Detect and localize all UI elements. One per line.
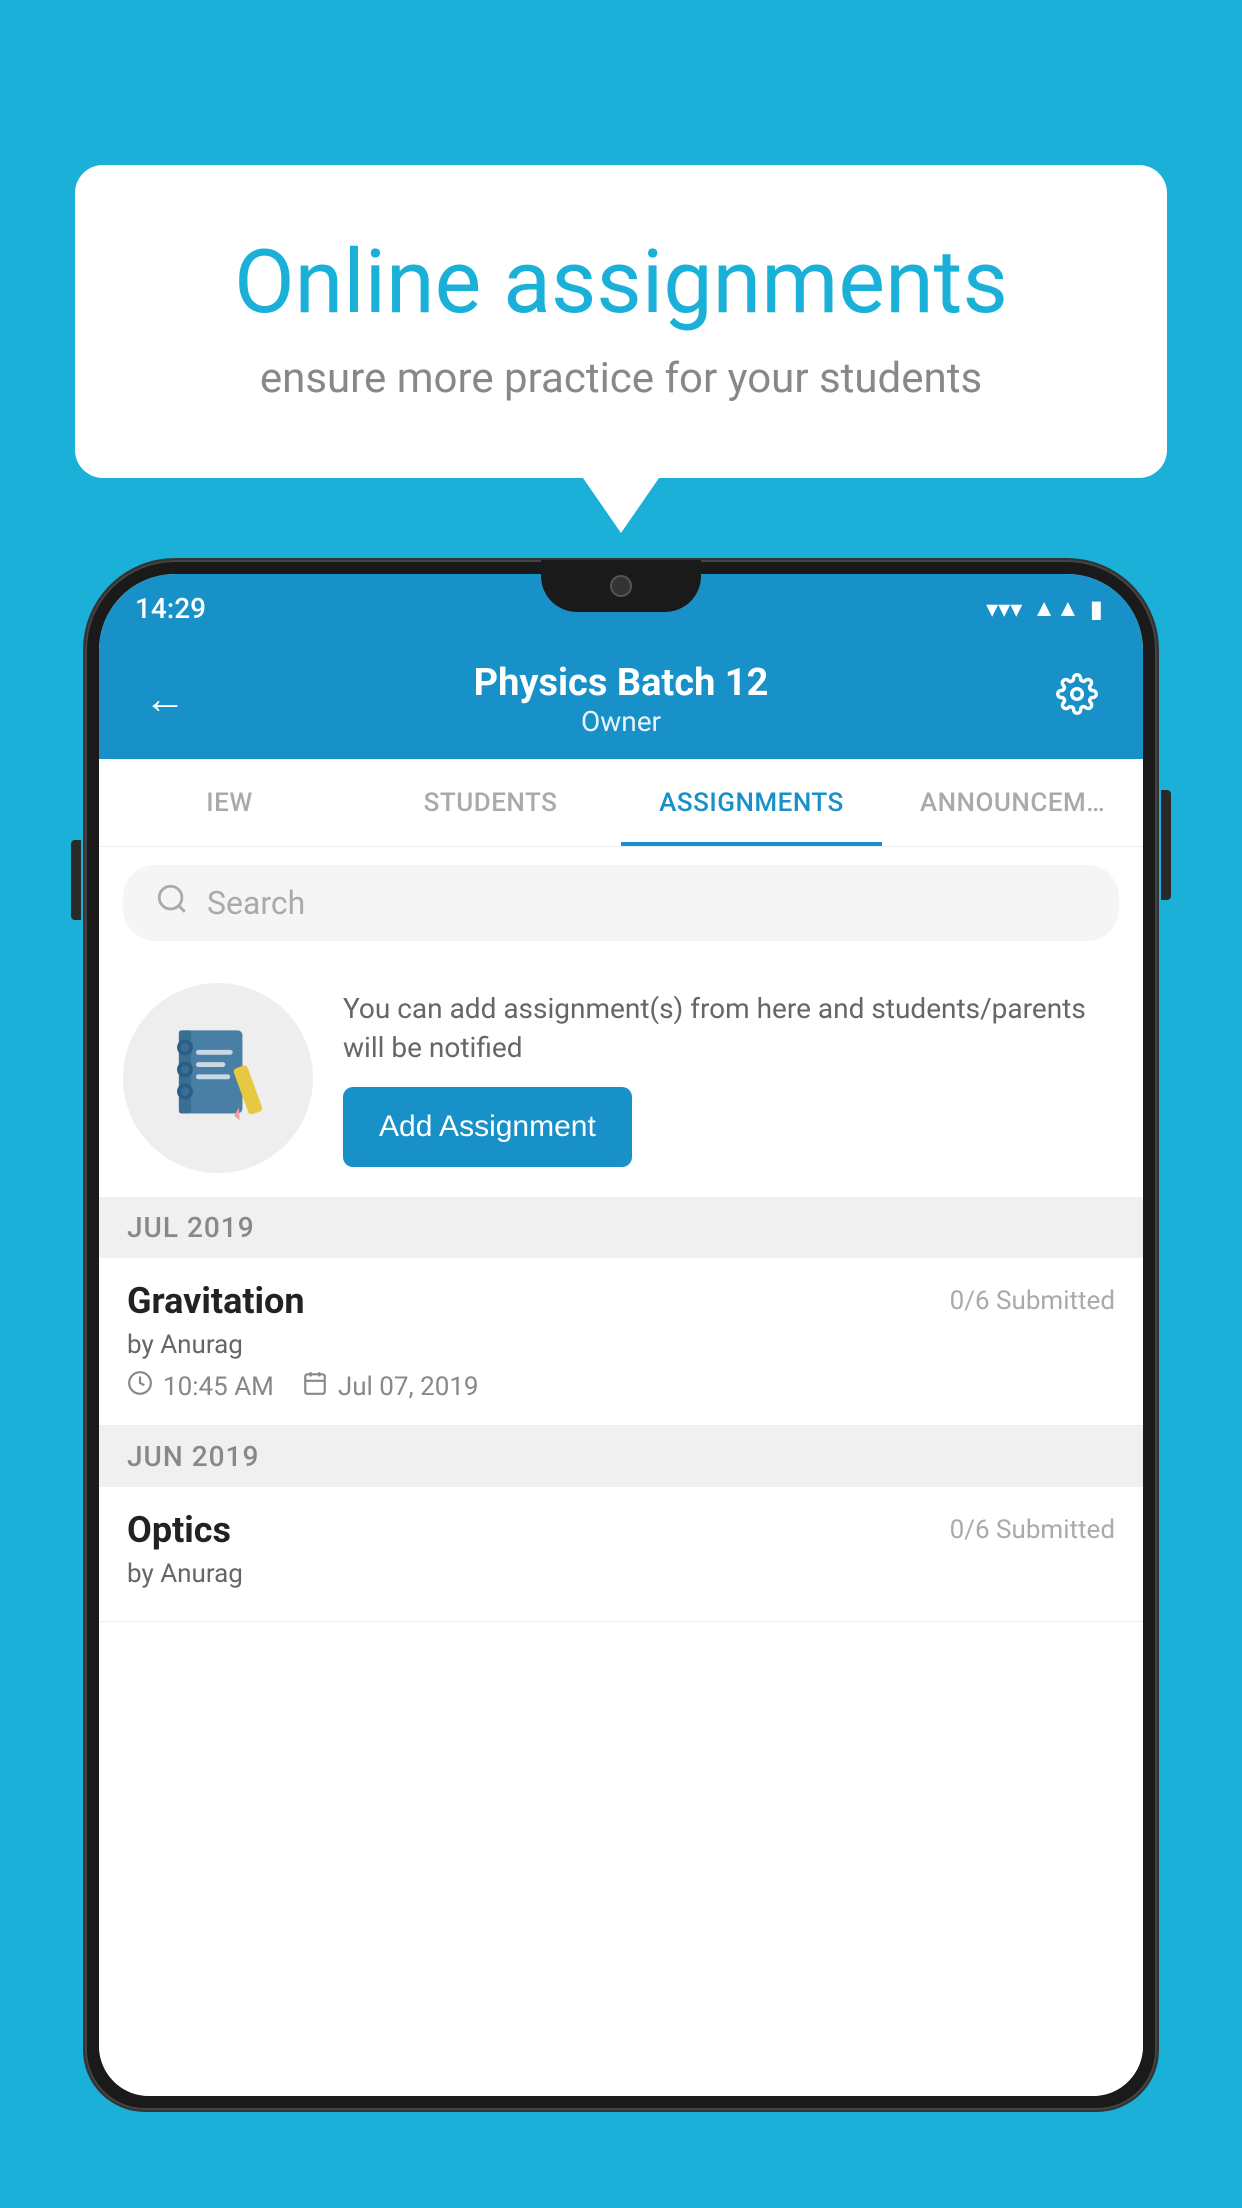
- search-icon: [155, 882, 189, 925]
- search-container: Search: [99, 847, 1143, 959]
- speech-bubble: Online assignments ensure more practice …: [75, 165, 1167, 478]
- tab-iew[interactable]: IEW: [99, 759, 360, 846]
- tabs-bar: IEW STUDENTS ASSIGNMENTS ANNOUNCEM…: [99, 759, 1143, 847]
- back-button[interactable]: ←: [135, 675, 195, 724]
- assignment-author-gravitation: by Anurag: [127, 1330, 1115, 1360]
- clock-icon: [127, 1370, 153, 1403]
- assignment-time-gravitation: 10:45 AM: [127, 1370, 274, 1403]
- battery-icon: ▮: [1090, 595, 1103, 623]
- speech-bubble-subtitle: ensure more practice for your students: [155, 354, 1087, 403]
- app-bar-title-group: Physics Batch 12 Owner: [195, 661, 1047, 738]
- section-label-jul: JUL 2019: [127, 1211, 255, 1244]
- speech-bubble-arrow: [583, 478, 659, 533]
- search-placeholder: Search: [207, 884, 305, 922]
- add-assignment-button[interactable]: Add Assignment: [343, 1087, 632, 1167]
- app-bar: ← Physics Batch 12 Owner: [99, 639, 1143, 759]
- speech-bubble-title: Online assignments: [155, 235, 1087, 332]
- assignment-author-optics: by Anurag: [127, 1559, 1115, 1589]
- phone-notch: [541, 560, 701, 612]
- assignment-submitted-gravitation: 0/6 Submitted: [950, 1286, 1115, 1316]
- assignment-top-row: Gravitation 0/6 Submitted: [127, 1280, 1115, 1322]
- wifi-icon: ▾▾▾: [986, 595, 1022, 623]
- promo-section: You can add assignment(s) from here and …: [99, 959, 1143, 1197]
- assignment-item-optics[interactable]: Optics 0/6 Submitted by Anurag: [99, 1487, 1143, 1622]
- assignment-top-row-optics: Optics 0/6 Submitted: [127, 1509, 1115, 1551]
- assignment-submitted-optics: 0/6 Submitted: [950, 1515, 1115, 1545]
- section-label-jun: JUN 2019: [127, 1440, 259, 1473]
- search-bar[interactable]: Search: [123, 865, 1119, 941]
- speech-bubble-section: Online assignments ensure more practice …: [75, 165, 1167, 533]
- tab-students[interactable]: STUDENTS: [360, 759, 621, 846]
- assignment-meta-gravitation: 10:45 AM Jul 07, 201: [127, 1370, 1115, 1403]
- notebook-icon: [168, 1023, 268, 1133]
- phone-screen: 14:29 ▾▾▾ ▲▲ ▮ ← Physics Batch 12 Owner: [99, 574, 1143, 2096]
- promo-icon-circle: [123, 983, 313, 1173]
- section-header-jul: JUL 2019: [99, 1197, 1143, 1258]
- calendar-icon: [302, 1370, 328, 1403]
- signal-icon: ▲▲: [1032, 594, 1080, 623]
- assignment-title-optics: Optics: [127, 1509, 231, 1551]
- app-bar-subtitle: Owner: [195, 705, 1047, 738]
- status-icons: ▾▾▾ ▲▲ ▮: [986, 594, 1103, 623]
- promo-text: You can add assignment(s) from here and …: [343, 989, 1119, 1067]
- assignment-date-gravitation: Jul 07, 2019: [302, 1370, 479, 1403]
- section-header-jun: JUN 2019: [99, 1426, 1143, 1487]
- assignment-title-gravitation: Gravitation: [127, 1280, 305, 1322]
- phone-body: 14:29 ▾▾▾ ▲▲ ▮ ← Physics Batch 12 Owner: [85, 560, 1157, 2110]
- content-area: Search: [99, 847, 1143, 2096]
- tab-assignments[interactable]: ASSIGNMENTS: [621, 759, 882, 846]
- settings-button[interactable]: [1047, 673, 1107, 725]
- camera: [610, 575, 632, 597]
- promo-content: You can add assignment(s) from here and …: [343, 989, 1119, 1167]
- app-bar-title: Physics Batch 12: [195, 661, 1047, 705]
- assignment-item-gravitation[interactable]: Gravitation 0/6 Submitted by Anurag: [99, 1258, 1143, 1426]
- tab-announcements[interactable]: ANNOUNCEM…: [882, 759, 1143, 846]
- phone-container: 14:29 ▾▾▾ ▲▲ ▮ ← Physics Batch 12 Owner: [85, 560, 1157, 2208]
- status-time: 14:29: [135, 592, 206, 625]
